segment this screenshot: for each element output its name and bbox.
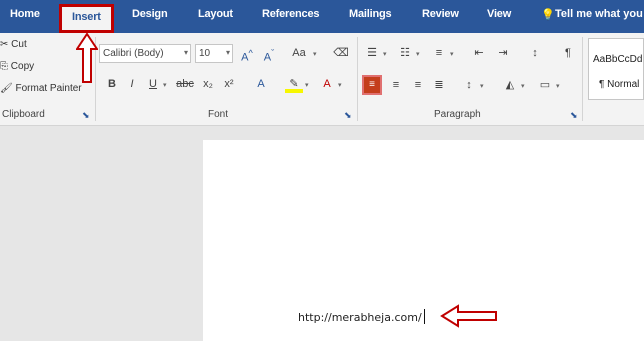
chevron-down-icon: ▾ (225, 48, 230, 57)
chevron-down-icon[interactable]: ▾ (556, 82, 560, 90)
font-size-combo[interactable]: 10 ▾ (195, 44, 233, 63)
tab-review[interactable]: Review (422, 8, 459, 20)
font-name-combo[interactable]: Calibri (Body) ▾ (99, 44, 191, 63)
tell-me-search[interactable]: Tell me what you want (555, 8, 644, 20)
format-painter-label: Format Painter (15, 83, 82, 94)
tab-layout[interactable]: Layout (198, 8, 233, 20)
paragraph-group-label: Paragraph (434, 109, 481, 120)
clipboard-launcher-icon[interactable]: ⬊ (82, 110, 90, 121)
copy-icon: ⎘ (0, 61, 8, 72)
bold-icon[interactable]: B (103, 75, 121, 93)
annotation-left-arrow (440, 304, 497, 328)
line-spacing-icon[interactable]: ↕ (460, 76, 478, 94)
tab-mailings[interactable]: Mailings (349, 8, 392, 20)
font-color-icon[interactable]: A (318, 75, 336, 93)
align-right-icon[interactable]: ≡ (409, 76, 427, 94)
tab-home[interactable]: Home (10, 8, 40, 20)
font-launcher-icon[interactable]: ⬊ (344, 110, 352, 121)
group-divider (357, 37, 358, 121)
chevron-down-icon[interactable]: ▾ (521, 82, 525, 90)
sort-icon[interactable]: ↕ (526, 44, 544, 62)
superscript-icon[interactable]: x² (220, 75, 238, 93)
chevron-down-icon[interactable]: ▾ (450, 50, 454, 58)
document-text[interactable]: http://merabheja.com/ (298, 311, 422, 324)
text-cursor (424, 309, 425, 324)
change-case-icon[interactable]: Aa (287, 44, 311, 62)
tab-view[interactable]: View (487, 8, 511, 20)
chevron-down-icon: ▾ (183, 48, 188, 57)
shading-icon[interactable]: ◭ (501, 76, 519, 94)
bullets-icon[interactable]: ☰ (363, 44, 381, 62)
clipboard-group-label: Clipboard (2, 109, 45, 120)
chevron-down-icon[interactable]: ▾ (383, 50, 387, 58)
tab-insert[interactable]: Insert (59, 4, 114, 33)
scissors-icon: ✂ (0, 39, 9, 50)
lightbulb-icon: 💡 (541, 9, 555, 21)
clear-formatting-icon[interactable]: ⌫ (332, 44, 350, 62)
multilevel-list-icon[interactable]: ≡ (430, 44, 448, 62)
font-size-value: 10 (199, 48, 211, 59)
annotation-up-arrow (76, 33, 98, 83)
underline-icon[interactable]: U (144, 75, 162, 93)
chevron-down-icon[interactable]: ▾ (313, 50, 317, 58)
align-left-button[interactable]: ≡ (362, 75, 382, 95)
style-name: ¶ Normal (599, 79, 640, 90)
paintbrush-icon: 🖌 (0, 83, 13, 94)
chevron-down-icon[interactable]: ▾ (480, 82, 484, 90)
italic-icon[interactable]: I (123, 75, 141, 93)
copy-button[interactable]: ⎘ Copy (0, 61, 34, 72)
chevron-down-icon[interactable]: ▾ (338, 81, 342, 89)
group-divider (582, 37, 583, 121)
text-effects-icon[interactable]: A (252, 75, 270, 93)
ribbon-tab-bar: Home Insert Design Layout References Mai… (0, 0, 644, 33)
chevron-down-icon[interactable]: ▾ (305, 81, 309, 89)
cut-button[interactable]: ✂ Cut (0, 39, 27, 50)
format-painter-button[interactable]: 🖌 Format Painter (0, 83, 82, 94)
cut-label: Cut (11, 39, 27, 50)
chevron-down-icon[interactable]: ▾ (163, 81, 167, 89)
numbering-icon[interactable]: ☷ (396, 44, 414, 62)
borders-icon[interactable]: ▭ (536, 76, 554, 94)
shrink-font-icon[interactable]: Aˇ (260, 44, 278, 64)
decrease-indent-icon[interactable]: ⇤ (470, 44, 488, 62)
align-center-icon[interactable]: ≡ (387, 76, 405, 94)
strikethrough-icon[interactable]: abc (174, 75, 196, 93)
style-normal[interactable]: AaBbCcDd ¶ Normal (588, 38, 644, 100)
highlight-icon[interactable]: ✎ (285, 75, 303, 93)
tab-references[interactable]: References (262, 8, 320, 20)
justify-icon[interactable]: ≣ (430, 76, 448, 94)
copy-label: Copy (10, 61, 35, 72)
paragraph-launcher-icon[interactable]: ⬊ (570, 110, 578, 121)
align-left-icon: ≡ (369, 79, 375, 90)
grow-font-icon[interactable]: A^ (238, 44, 256, 64)
subscript-icon[interactable]: x₂ (199, 75, 217, 93)
pilcrow-icon[interactable]: ¶ (559, 44, 577, 62)
chevron-down-icon[interactable]: ▾ (416, 50, 420, 58)
font-name-value: Calibri (Body) (103, 48, 164, 59)
increase-indent-icon[interactable]: ⇥ (494, 44, 512, 62)
font-group-label: Font (208, 109, 229, 120)
style-preview: AaBbCcDd (593, 54, 643, 65)
tab-design[interactable]: Design (132, 8, 168, 20)
